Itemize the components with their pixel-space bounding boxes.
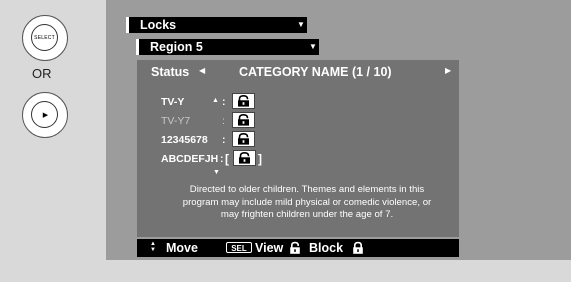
osd-bottom-strip [106, 260, 571, 282]
unlock-icon [238, 132, 249, 145]
rating-separator: : [222, 115, 225, 127]
unlock-icon [239, 151, 250, 164]
right-arrow-circle-icon: ▶ [31, 101, 58, 128]
lock-toggle[interactable] [232, 93, 255, 109]
rating-separator: : [222, 96, 226, 108]
region-menu-bar[interactable]: Region 5 ▼ [136, 39, 319, 55]
block-label: Block [309, 241, 344, 255]
rating-row[interactable]: 12345678 : [137, 131, 459, 149]
rating-row-selected[interactable]: ABCDEFJH : [ ] [137, 150, 459, 168]
menu-edge [136, 39, 139, 55]
bracket-right: ] [258, 152, 262, 166]
sel-key-badge: SEL [226, 242, 252, 253]
lock-toggle[interactable] [232, 112, 255, 128]
right-button-illustration: ▶ [22, 92, 68, 138]
rating-description: Directed to older children. Themes and e… [182, 184, 432, 220]
lock-icon [351, 241, 365, 258]
rating-name: 12345678 [161, 134, 208, 146]
rating-name: TV-Y [161, 96, 185, 108]
triangle-down-icon: ▼ [297, 20, 305, 29]
triangle-up-icon: ▲ [212, 97, 219, 104]
view-label: View [255, 241, 284, 255]
locks-title: Locks [140, 18, 177, 32]
right-arrow-icon[interactable]: ▶ [445, 66, 451, 75]
rating-separator: : [220, 153, 224, 165]
rating-name: TV-Y7 [161, 115, 191, 127]
select-button-label: SELECT [34, 34, 55, 41]
move-label: Move [166, 241, 198, 255]
lock-toggle[interactable] [232, 131, 255, 147]
lock-toggle[interactable] [233, 150, 256, 166]
rating-row[interactable]: TV-Y7 : [137, 112, 459, 130]
region-title: Region 5 [150, 40, 203, 54]
ratings-panel: Status ◀ CATEGORY NAME (1 / 10) ▶ TV-Y ▲… [137, 60, 459, 237]
menu-edge [126, 17, 129, 33]
or-label: OR [32, 66, 52, 81]
category-name: CATEGORY NAME (1 / 10) [239, 65, 392, 79]
select-button-illustration: SELECT [22, 15, 68, 61]
locks-menu-bar[interactable]: Locks ▼ [126, 17, 307, 33]
right-arrow-icon: ▶ [42, 111, 49, 119]
rating-row[interactable]: TV-Y ▲ : [137, 93, 459, 111]
unlock-icon [288, 241, 302, 258]
status-row[interactable]: Status ◀ CATEGORY NAME (1 / 10) ▶ [137, 60, 459, 84]
left-arrow-icon[interactable]: ◀ [199, 66, 205, 75]
select-circle-icon: SELECT [31, 24, 58, 51]
rating-name: ABCDEFJH [161, 153, 219, 165]
up-down-arrows-icon: ▲ ▼ [150, 241, 156, 253]
unlock-icon [238, 113, 249, 126]
help-legend-bar: ▲ ▼ Move SEL View Block [137, 239, 459, 257]
unlock-icon [238, 94, 249, 107]
rating-separator: : [222, 134, 226, 146]
triangle-down-icon: ▼ [309, 42, 317, 51]
remote-hint-panel: SELECT OR ▶ [0, 0, 106, 282]
screen: SELECT OR ▶ Locks ▼ Region 5 ▼ Status ◀ … [0, 0, 571, 282]
status-label: Status [151, 65, 190, 79]
scroll-down-icon[interactable]: ▼ [213, 169, 220, 176]
bracket-left: [ [225, 152, 229, 166]
